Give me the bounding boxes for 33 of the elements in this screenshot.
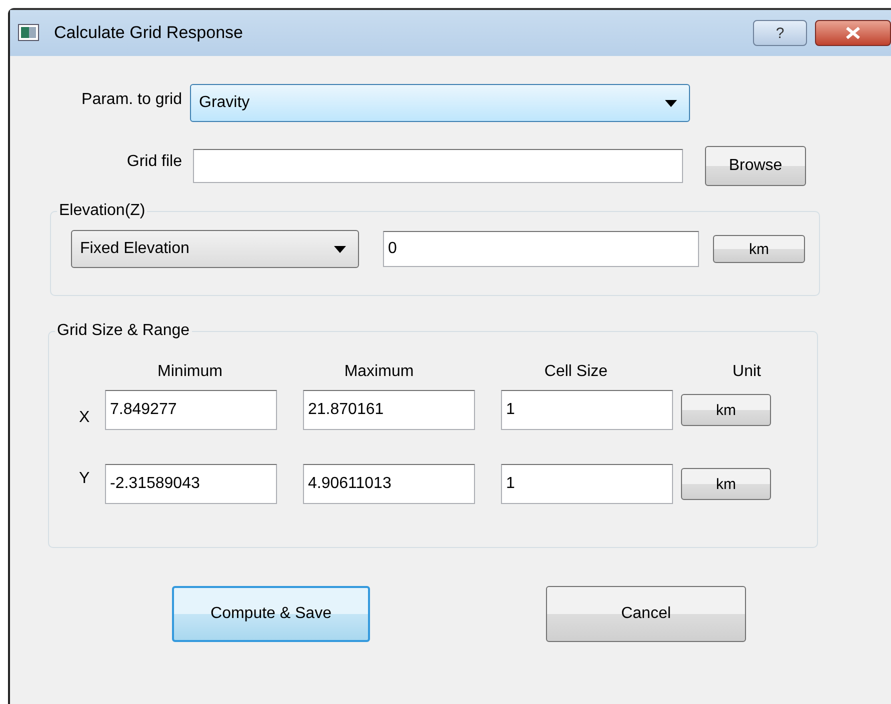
column-header: Maximum <box>343 363 415 381</box>
dialog-button[interactable]: Cancel <box>546 586 746 642</box>
group-title: Grid Size & Range <box>56 322 191 340</box>
cell-size-field[interactable]: 1 <box>501 464 673 504</box>
grid-file-field[interactable] <box>193 149 683 183</box>
close-icon <box>845 27 861 39</box>
close-button[interactable] <box>815 20 891 46</box>
group-title: Elevation(Z) <box>58 202 146 220</box>
elevation-dropdown[interactable]: Fixed Elevation <box>71 230 359 268</box>
axis-label: X <box>79 409 91 427</box>
window-icon <box>18 24 40 42</box>
column-header: Unit <box>732 363 761 381</box>
unit-button[interactable]: km <box>681 394 771 426</box>
caret-icon <box>334 246 346 252</box>
column-header: Cell Size <box>543 363 609 381</box>
field-label: Param. to grid <box>80 91 182 109</box>
minimum-field[interactable]: 7.849277 <box>105 390 277 430</box>
minimum-field[interactable]: -2.31589043 <box>105 464 277 504</box>
maximum-field[interactable]: 4.90611013 <box>303 464 475 504</box>
cell-size-field[interactable]: 1 <box>501 390 673 430</box>
axis-label: Y <box>79 470 91 488</box>
unit-button[interactable]: km <box>681 468 771 500</box>
window-title: Calculate Grid Response <box>54 23 243 43</box>
param-dropdown[interactable]: Gravity <box>190 84 690 122</box>
dialog-button[interactable]: Compute & Save <box>172 586 370 642</box>
caret-icon <box>665 100 677 106</box>
column-header: Minimum <box>156 363 224 381</box>
maximum-field[interactable]: 21.870161 <box>303 390 475 430</box>
field-label: Grid file <box>126 153 182 171</box>
help-button[interactable]: ? <box>753 20 807 46</box>
unit-button[interactable]: km <box>713 235 805 263</box>
browse-button[interactable]: Browse <box>705 146 806 186</box>
elevation-field[interactable]: 0 <box>383 231 699 267</box>
